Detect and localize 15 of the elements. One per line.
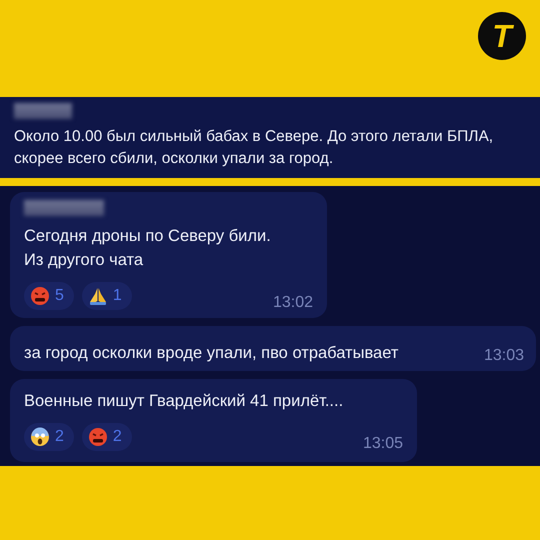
- reaction-button[interactable]: 2: [24, 423, 74, 452]
- message-text: за город осколки вроде упали, пво отрабатывает: [24, 343, 398, 364]
- reaction-button[interactable]: 1: [82, 282, 132, 310]
- angry-face-icon: [30, 286, 50, 306]
- message-text: Военные пишут Гвардейский 41 прилёт....: [24, 391, 344, 412]
- message-time: 13:03: [484, 347, 524, 366]
- reaction-button[interactable]: 5: [24, 282, 74, 310]
- reaction-button[interactable]: 2: [82, 423, 132, 452]
- message-text: Сегодня дроны по Северу били. Из другого чата: [24, 226, 272, 271]
- message-time: 13:05: [362, 434, 403, 454]
- message-text: Около 10.00 был сильный бабах в Севере. До этого летали БПЛА, скорее всего сбили, осколки упали за город.: [14, 127, 494, 169]
- screaming-face-icon: [30, 427, 50, 448]
- logo-letter: T: [492, 20, 512, 52]
- angry-face-icon: [88, 427, 108, 448]
- message-time: 13:02: [272, 293, 313, 312]
